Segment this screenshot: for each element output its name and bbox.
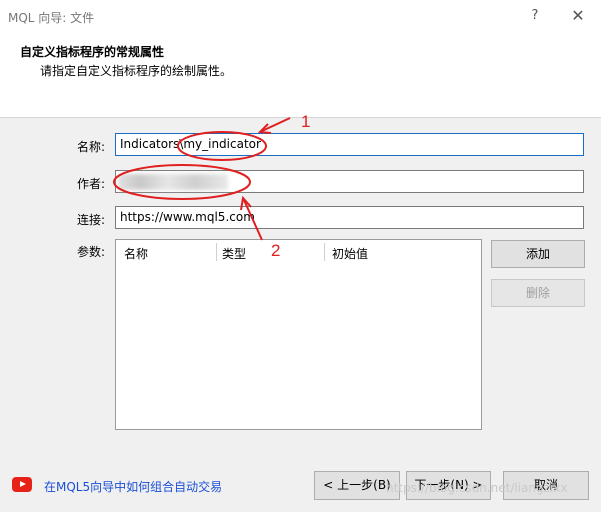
wizard-header: 自定义指标程序的常规属性 请指定自定义指标程序的绘制属性。 [0, 32, 601, 118]
params-list[interactable]: 名称 类型 初始值 [115, 239, 482, 430]
page-title: 自定义指标程序的常规属性 [20, 45, 165, 59]
redacted-author [118, 174, 228, 190]
column-type[interactable]: 类型 [222, 245, 246, 262]
youtube-icon[interactable] [12, 477, 32, 492]
help-link[interactable]: 在MQL5向导中如何组合自动交易 [44, 478, 222, 495]
annotation-label-1: 1 [301, 112, 311, 131]
watermark: https://blog.csdn.net/liangzixx [386, 481, 568, 495]
column-separator[interactable] [216, 243, 217, 261]
column-separator[interactable] [324, 243, 325, 261]
delete-button[interactable]: 删除 [491, 279, 585, 307]
annotation-arrowhead-1 [257, 123, 272, 134]
column-name[interactable]: 名称 [124, 245, 148, 262]
close-icon[interactable]: ✕ [566, 6, 590, 26]
column-initial-value[interactable]: 初始值 [332, 245, 368, 262]
annotation-arrow-1 [261, 117, 291, 132]
link-label: 连接: [77, 213, 106, 227]
add-button[interactable]: 添加 [491, 240, 585, 268]
name-field[interactable]: Indicators\my_indicator [115, 133, 584, 156]
author-label: 作者: [77, 177, 106, 191]
page-subtitle: 请指定自定义指标程序的绘制属性。 [40, 64, 233, 78]
window-title: MQL 向导: 文件 [8, 11, 95, 25]
name-label: 名称: [77, 140, 106, 154]
title-bar: MQL 向导: 文件 ? ✕ [0, 0, 601, 32]
link-field[interactable]: https://www.mql5.com [115, 206, 584, 229]
question-icon[interactable]: ? [524, 6, 546, 26]
annotation-label-2: 2 [271, 241, 281, 260]
params-label: 参数: [77, 245, 106, 259]
